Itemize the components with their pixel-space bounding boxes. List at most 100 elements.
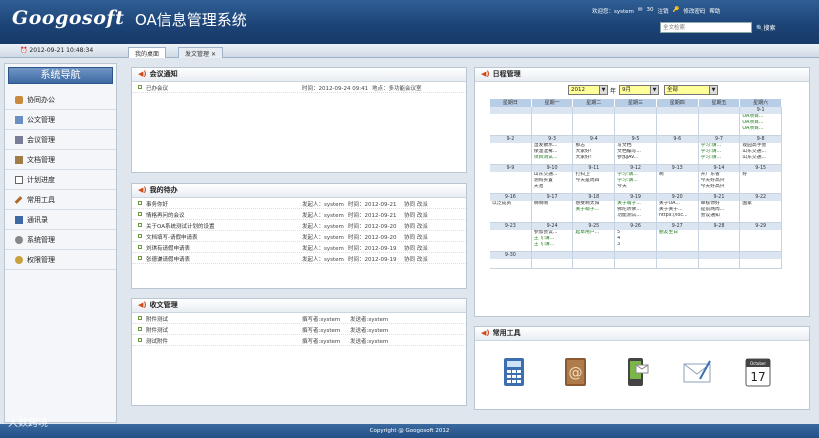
table-row[interactable]: 附件测试 撰写者:system 发送者:system	[132, 313, 466, 324]
calendar-event[interactable]: 大家好!	[573, 155, 614, 161]
year-select[interactable]: 2012 ▼	[568, 85, 608, 95]
calendar-day[interactable]: 9-19 关于萌子... 佛陀听佛... 功能测试...	[615, 194, 657, 222]
filter-select[interactable]: 全部 ▼	[664, 85, 718, 95]
calendar-day[interactable]	[656, 252, 699, 268]
calendar-day[interactable]	[615, 107, 657, 135]
sidebar-item-documents[interactable]: 文档管理	[5, 150, 116, 170]
email-icon[interactable]	[680, 355, 714, 389]
table-row[interactable]: 刘琪有请假申请表 发起人：system 时间：2012-09-19 协同 改派	[132, 242, 466, 253]
calendar-day[interactable]	[698, 107, 741, 135]
calendar-day[interactable]: 9-30	[490, 252, 532, 268]
calendar-day[interactable]	[740, 252, 783, 268]
calendar-day[interactable]: 9-9	[490, 165, 532, 193]
calendar-day[interactable]	[656, 107, 699, 135]
search-button[interactable]: 🔍搜索	[756, 23, 776, 32]
calendar-event[interactable]: https://loc...	[657, 213, 698, 219]
sidebar-item-tools[interactable]: 常用工具	[5, 190, 116, 210]
calendar-day[interactable]	[573, 107, 616, 135]
help-link[interactable]: 帮助	[709, 7, 720, 15]
calendar-day[interactable]: 9-6	[656, 136, 699, 164]
table-row[interactable]: 关于OA系统测试计划的设置 发起人：system 时间：2012-09-20 协同 改…	[132, 220, 466, 231]
calendar-day[interactable]: 9-7 学习:请... 学习:请... 学习:请...	[698, 136, 741, 164]
table-row[interactable]: 附件测试 撰写者:system 发送者:system	[132, 324, 466, 335]
table-row[interactable]: 测试附件 撰写者:system 发送者:system	[132, 335, 466, 346]
calendar-day[interactable]	[698, 252, 741, 268]
calendar-day[interactable]: 9-25 起草用户...	[573, 223, 616, 251]
calendar-day[interactable]: 9-20 关于OA... 关于关于... https://loc...	[656, 194, 699, 222]
calendar-day[interactable]	[490, 107, 532, 135]
calendar-day[interactable]: 9-29	[740, 223, 783, 251]
calendar-event[interactable]: 啊啊啊	[532, 201, 573, 207]
calendar-day[interactable]: 9-2	[490, 136, 532, 164]
table-row[interactable]: 事务你好 发起人：system 时间：2012-09-21 协同 改派	[132, 198, 466, 209]
sidebar-item-collaboration[interactable]: 协同办公	[5, 90, 116, 110]
calendar-event[interactable]: 起草用户...	[573, 230, 614, 236]
search-input[interactable]	[660, 22, 752, 33]
message-count[interactable]: 30	[647, 7, 654, 15]
calendar-day[interactable]: 9-14 开广东省 今天好高兴 今天好高兴	[698, 165, 741, 193]
calendar-event[interactable]: 国家	[740, 201, 781, 207]
logout-link[interactable]: 注销	[658, 7, 669, 15]
calendar-event[interactable]: 啊	[657, 172, 698, 178]
table-row[interactable]: 张德谦请假申请表 发起人：system 时间：2012-09-19 协同 改派	[132, 253, 466, 264]
calendar-day[interactable]: 9-10 山东交通... 测购买置 天池	[531, 165, 574, 193]
change-password-link[interactable]: 修改密码	[683, 7, 705, 15]
calendar-day[interactable]: 9-17 啊啊啊	[531, 194, 574, 222]
calendar-day[interactable]: 9-4 那志 大家好! 大家好!	[573, 136, 616, 164]
close-icon[interactable]: ✕	[211, 51, 216, 58]
calendar-day[interactable]: 9-13 啊	[656, 165, 699, 193]
calendar-day[interactable]: 9-24 参加会议... 王飞:请... 王飞:请...	[531, 223, 574, 251]
calendar-event[interactable]: 学习:请...	[699, 155, 740, 161]
calendar-event[interactable]: OA项目...	[740, 126, 781, 132]
calculator-icon[interactable]	[497, 355, 531, 389]
calendar-event[interactable]: 好	[740, 172, 781, 178]
list-item[interactable]: 已办会议 时间：2012-09-24 09:41 地点：多功能会议室	[132, 82, 466, 93]
calendar-event[interactable]: 山东交通...	[740, 155, 781, 161]
tab-outgoing-docs[interactable]: 发文管理 ✕	[178, 47, 223, 58]
calendar-event[interactable]: 今天是周四	[573, 178, 614, 184]
calendar-day[interactable]: 9-8 观园高手会 山东交通... 山东交通...	[740, 136, 783, 164]
calendar-day[interactable]: 9-22 国家	[740, 194, 783, 222]
calendar-day[interactable]: 9-18 感受啊太阳 关于萌子...	[573, 194, 616, 222]
calendar-event[interactable]: 以泛成员	[490, 201, 531, 207]
calendar-day[interactable]: 9-21 审核你好 提前两周... 会议通知	[698, 194, 741, 222]
calendar-day[interactable]: 9-27 朋友生日	[656, 223, 699, 251]
sidebar-item-permissions[interactable]: 权限管理	[5, 250, 116, 270]
calendar-day[interactable]: 9-12 学习:请... 学习:请... 今天	[615, 165, 657, 193]
calendar-day[interactable]: 9-28	[698, 223, 741, 251]
calendar-icon[interactable]: October 17	[741, 355, 775, 389]
calendar-day[interactable]: 9-16 以泛成员	[490, 194, 532, 222]
sidebar-item-meetings[interactable]: 会议管理	[5, 130, 116, 150]
calendar-event[interactable]: 会议通知	[699, 213, 740, 219]
calendar-event[interactable]: 朋友生日	[657, 230, 698, 236]
calendar-day[interactable]: 9-15 好	[740, 165, 783, 193]
calendar-event[interactable]: 天池	[532, 184, 573, 190]
sidebar-item-official-docs[interactable]: 公文管理	[5, 110, 116, 130]
calendar-event[interactable]: 今天好高兴	[699, 184, 740, 190]
calendar-event[interactable]: 关于萌子...	[573, 207, 614, 213]
table-row[interactable]: 文档填写-请假申请表 发起人：system 时间：2012-09-20 协同 改派	[132, 231, 466, 242]
mail-icon[interactable]: ✉	[638, 7, 643, 15]
month-select[interactable]: 9月 ▼	[619, 85, 659, 95]
calendar-day[interactable]: 9-1 OA项目... OA项目... OA项目...	[740, 107, 783, 135]
address-book-icon[interactable]: @	[558, 355, 592, 389]
calendar-day[interactable]: 9-11 打扫卫 今天是周四	[573, 165, 616, 193]
tab-desktop[interactable]: 我的桌面	[128, 47, 167, 58]
sidebar-item-contacts[interactable]: 通讯录	[5, 210, 116, 230]
calendar-event[interactable]: 今天	[615, 184, 656, 190]
calendar-day[interactable]	[531, 107, 574, 135]
mobile-message-icon[interactable]	[619, 355, 653, 389]
table-row[interactable]: 情格再问的会议 发起人：system 时间：2012-09-21 协同 改派	[132, 209, 466, 220]
calendar-day[interactable]: 9-23	[490, 223, 532, 251]
calendar-day[interactable]: 9-5 写文档 文档编写... 参加JAV...	[615, 136, 657, 164]
calendar-event[interactable]: 参加JAV...	[615, 155, 656, 161]
calendar-event[interactable]: 王飞:请...	[532, 242, 573, 248]
calendar-day[interactable]	[573, 252, 616, 268]
calendar-day[interactable]	[531, 252, 574, 268]
sidebar-item-system[interactable]: 系统管理	[5, 230, 116, 250]
calendar-day[interactable]: 9-3 湿发散水... 保温湿雾... 项目测试...	[531, 136, 574, 164]
calendar-event[interactable]: 功能测试...	[615, 213, 656, 219]
calendar-event[interactable]: 项目测试...	[532, 155, 573, 161]
calendar-day[interactable]: 9-26 5 4 3	[615, 223, 657, 251]
sidebar-item-plans[interactable]: 计划进度	[5, 170, 116, 190]
